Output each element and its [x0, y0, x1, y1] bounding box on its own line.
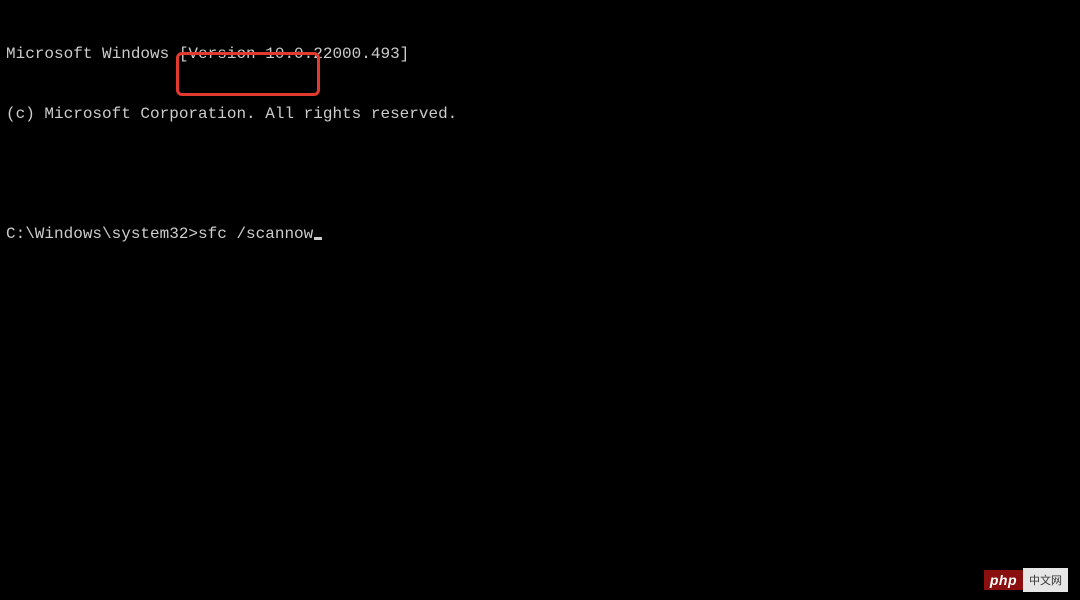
os-version-line: Microsoft Windows [Version 10.0.22000.49… [6, 44, 1074, 64]
command-prompt-terminal[interactable]: Microsoft Windows [Version 10.0.22000.49… [0, 0, 1080, 268]
watermark: php 中文网 [984, 568, 1068, 592]
typed-command[interactable]: sfc /scannow [198, 225, 313, 243]
prompt-path: C:\Windows\system32> [6, 225, 198, 243]
text-cursor [314, 237, 322, 240]
watermark-logo: php [984, 570, 1023, 590]
prompt-line[interactable]: C:\Windows\system32>sfc /scannow [6, 224, 1074, 244]
blank-line [6, 164, 1074, 184]
copyright-line: (c) Microsoft Corporation. All rights re… [6, 104, 1074, 124]
watermark-text: 中文网 [1023, 568, 1068, 592]
